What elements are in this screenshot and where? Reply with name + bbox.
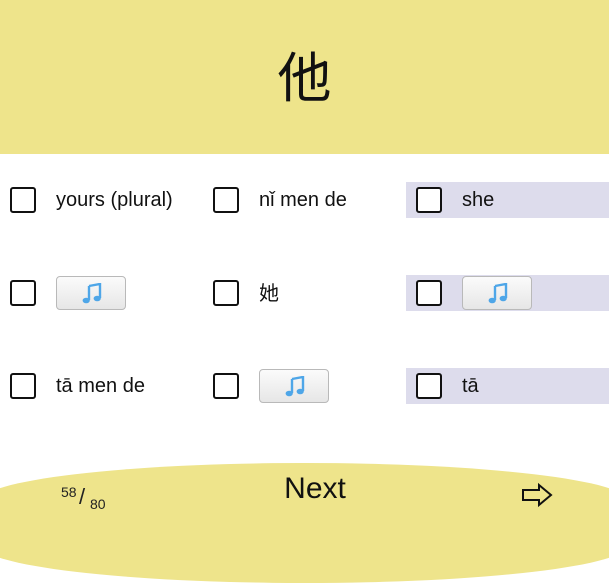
- option-cell-2[interactable]: nǐ men de: [203, 182, 403, 218]
- progress-total: 80: [90, 496, 106, 512]
- play-audio-button[interactable]: [462, 276, 532, 310]
- music-note-icon: [488, 283, 508, 304]
- progress-slash: /: [79, 484, 86, 509]
- option-label: yours (plural): [56, 189, 173, 211]
- option-label: tā men de: [56, 375, 145, 397]
- option-cell-3[interactable]: she: [406, 182, 609, 218]
- option-cell-5[interactable]: 她: [203, 275, 403, 311]
- option-cell-6[interactable]: [406, 275, 609, 311]
- option-label: 她: [259, 281, 279, 305]
- option-checkbox[interactable]: [213, 373, 239, 399]
- play-audio-button[interactable]: [56, 276, 126, 310]
- prompt-header: 他: [0, 0, 609, 154]
- option-checkbox[interactable]: [213, 187, 239, 213]
- arrow-right-icon: [522, 482, 553, 508]
- music-note-icon: [285, 376, 305, 397]
- play-audio-button[interactable]: [259, 369, 329, 403]
- option-cell-1[interactable]: yours (plural): [0, 182, 200, 218]
- music-note-icon: [82, 283, 102, 304]
- option-checkbox[interactable]: [10, 187, 36, 213]
- option-checkbox[interactable]: [10, 373, 36, 399]
- next-arrow-button[interactable]: [519, 478, 555, 512]
- option-label: nǐ men de: [259, 189, 347, 211]
- option-checkbox[interactable]: [416, 373, 442, 399]
- progress-current: 58: [61, 484, 77, 500]
- option-checkbox[interactable]: [10, 280, 36, 306]
- prompt-character: 他: [277, 47, 332, 110]
- option-cell-7[interactable]: tā men de: [0, 368, 200, 404]
- option-label: tā: [462, 375, 479, 397]
- option-label: she: [462, 189, 495, 211]
- option-cell-9[interactable]: tā: [406, 368, 609, 404]
- option-cell-8[interactable]: [203, 368, 403, 404]
- next-button[interactable]: Next: [250, 470, 380, 510]
- option-checkbox[interactable]: [416, 280, 442, 306]
- option-checkbox[interactable]: [213, 280, 239, 306]
- option-checkbox[interactable]: [416, 187, 442, 213]
- option-cell-4[interactable]: [0, 275, 200, 311]
